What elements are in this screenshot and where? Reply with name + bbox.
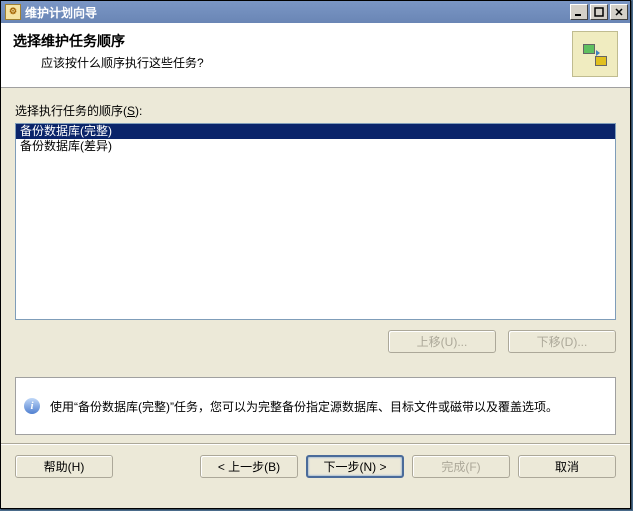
order-label: 选择执行任务的顺序(S): [15, 102, 616, 119]
help-button[interactable]: 帮助(H) [15, 455, 113, 478]
back-button[interactable]: < 上一步(B) [200, 455, 298, 478]
task-order-listbox[interactable]: 备份数据库(完整)备份数据库(差异) [15, 123, 616, 320]
header-pane: 选择维护任务顺序 应该按什么顺序执行这些任务? [1, 23, 630, 88]
info-text: 使用“备份数据库(完整)”任务，您可以为完整备份指定源数据库、目标文件或磁带以及… [50, 398, 558, 415]
wizard-icon [572, 31, 618, 77]
cancel-button[interactable]: 取消 [518, 455, 616, 478]
move-down-button[interactable]: 下移(D)... [508, 330, 616, 353]
next-button[interactable]: 下一步(N) > [306, 455, 404, 478]
info-box: i 使用“备份数据库(完整)”任务，您可以为完整备份指定源数据库、目标文件或磁带… [15, 377, 616, 435]
maximize-button[interactable] [590, 4, 608, 20]
content-area: 选择执行任务的顺序(S): 备份数据库(完整)备份数据库(差异) 上移(U)..… [1, 88, 630, 357]
info-icon: i [24, 398, 40, 414]
finish-button[interactable]: 完成(F) [412, 455, 510, 478]
close-button[interactable] [610, 4, 628, 20]
page-title: 选择维护任务顺序 [13, 31, 564, 51]
titlebar: ⚙ 维护计划向导 [1, 1, 630, 23]
move-buttons-row: 上移(U)... 下移(D)... [15, 330, 616, 353]
list-item[interactable]: 备份数据库(完整) [16, 124, 615, 139]
minimize-button[interactable] [570, 4, 588, 20]
wizard-window: ⚙ 维护计划向导 选择维护任务顺序 应该按什么顺序执行这些任务? 选择执行任务 [0, 0, 631, 509]
window-title: 维护计划向导 [25, 4, 570, 21]
list-item[interactable]: 备份数据库(差异) [16, 139, 615, 154]
page-subtitle: 应该按什么顺序执行这些任务? [41, 54, 564, 71]
header-text: 选择维护任务顺序 应该按什么顺序执行这些任务? [13, 31, 564, 71]
footer: 帮助(H) < 上一步(B) 下一步(N) > 完成(F) 取消 [1, 445, 630, 488]
app-icon: ⚙ [5, 4, 21, 20]
move-up-button[interactable]: 上移(U)... [388, 330, 496, 353]
window-controls [570, 4, 628, 20]
